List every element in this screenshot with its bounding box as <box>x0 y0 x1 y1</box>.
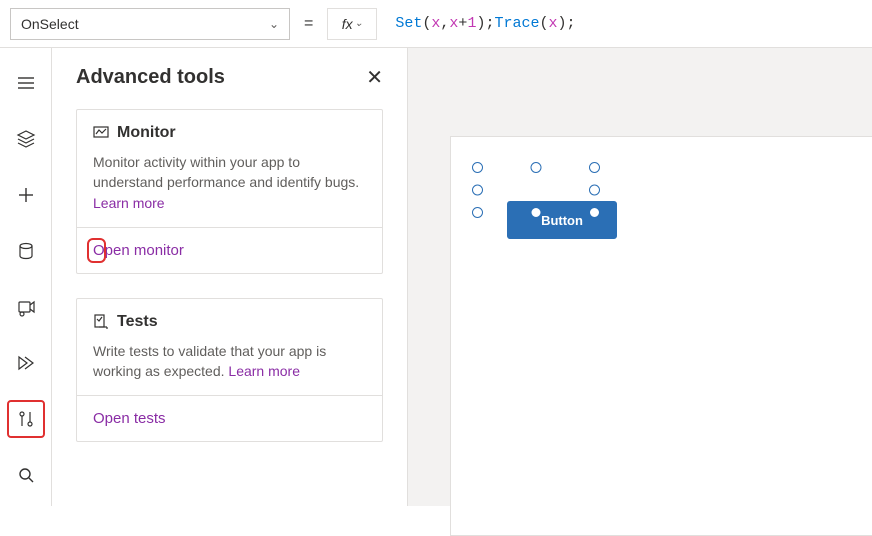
selection-frame[interactable]: Button <box>477 167 595 213</box>
tests-icon <box>93 314 109 330</box>
canvas-page[interactable]: Button <box>450 136 872 536</box>
canvas-area[interactable]: Button <box>408 48 872 506</box>
chevron-down-icon: ⌄ <box>269 17 279 31</box>
monitor-icon <box>93 125 109 141</box>
power-automate-icon[interactable] <box>7 344 45 382</box>
formula-input[interactable]: Set( x, x+1 ); Trace( x ); <box>385 8 862 40</box>
learn-more-link[interactable]: Learn more <box>228 363 300 379</box>
card-description: Monitor activity within your app to unde… <box>77 148 382 227</box>
resize-handle[interactable] <box>472 207 483 218</box>
fx-button[interactable]: fx ⌄ <box>327 8 377 40</box>
resize-handle[interactable] <box>472 162 483 173</box>
resize-handle[interactable] <box>531 207 542 218</box>
data-icon[interactable] <box>7 232 45 270</box>
card-header: Monitor <box>77 110 382 148</box>
fx-label: fx <box>342 16 353 32</box>
resize-handle[interactable] <box>589 207 600 218</box>
tree-view-icon[interactable] <box>7 120 45 158</box>
open-monitor-link[interactable]: Open monitor <box>77 227 382 273</box>
property-label: OnSelect <box>21 16 79 32</box>
media-icon[interactable] <box>7 288 45 326</box>
insert-icon[interactable] <box>7 176 45 214</box>
monitor-card: Monitor Monitor activity within your app… <box>76 109 383 274</box>
panel-header: Advanced tools ✕ <box>76 66 383 89</box>
property-dropdown[interactable]: OnSelect ⌄ <box>10 8 290 40</box>
button-control[interactable]: Button <box>507 201 617 239</box>
advanced-tools-panel: Advanced tools ✕ Monitor Monitor activit… <box>52 48 408 506</box>
card-title: Tests <box>117 313 158 331</box>
resize-handle[interactable] <box>589 185 600 196</box>
main-area: Advanced tools ✕ Monitor Monitor activit… <box>0 48 872 506</box>
chevron-down-icon: ⌄ <box>355 18 363 29</box>
card-header: Tests <box>77 299 382 337</box>
search-icon[interactable] <box>7 456 45 494</box>
advanced-tools-icon[interactable] <box>9 402 43 436</box>
left-rail <box>0 48 52 506</box>
learn-more-link[interactable]: Learn more <box>93 195 165 211</box>
hamburger-icon[interactable] <box>7 64 45 102</box>
panel-title: Advanced tools <box>76 66 225 89</box>
tests-card: Tests Write tests to validate that your … <box>76 298 383 443</box>
close-icon[interactable]: ✕ <box>366 68 383 88</box>
open-monitor-highlight: Open monitor <box>93 242 184 259</box>
formula-bar: OnSelect ⌄ = fx ⌄ Set( x, x+1 ); Trace( … <box>0 0 872 48</box>
resize-handle[interactable] <box>472 185 483 196</box>
open-tests-link[interactable]: Open tests <box>77 395 382 441</box>
equals-label: = <box>298 15 319 33</box>
resize-handle[interactable] <box>589 162 600 173</box>
card-title: Monitor <box>117 124 176 142</box>
card-description: Write tests to validate that your app is… <box>77 337 382 396</box>
advanced-tools-highlight <box>7 400 45 438</box>
resize-handle[interactable] <box>531 162 542 173</box>
